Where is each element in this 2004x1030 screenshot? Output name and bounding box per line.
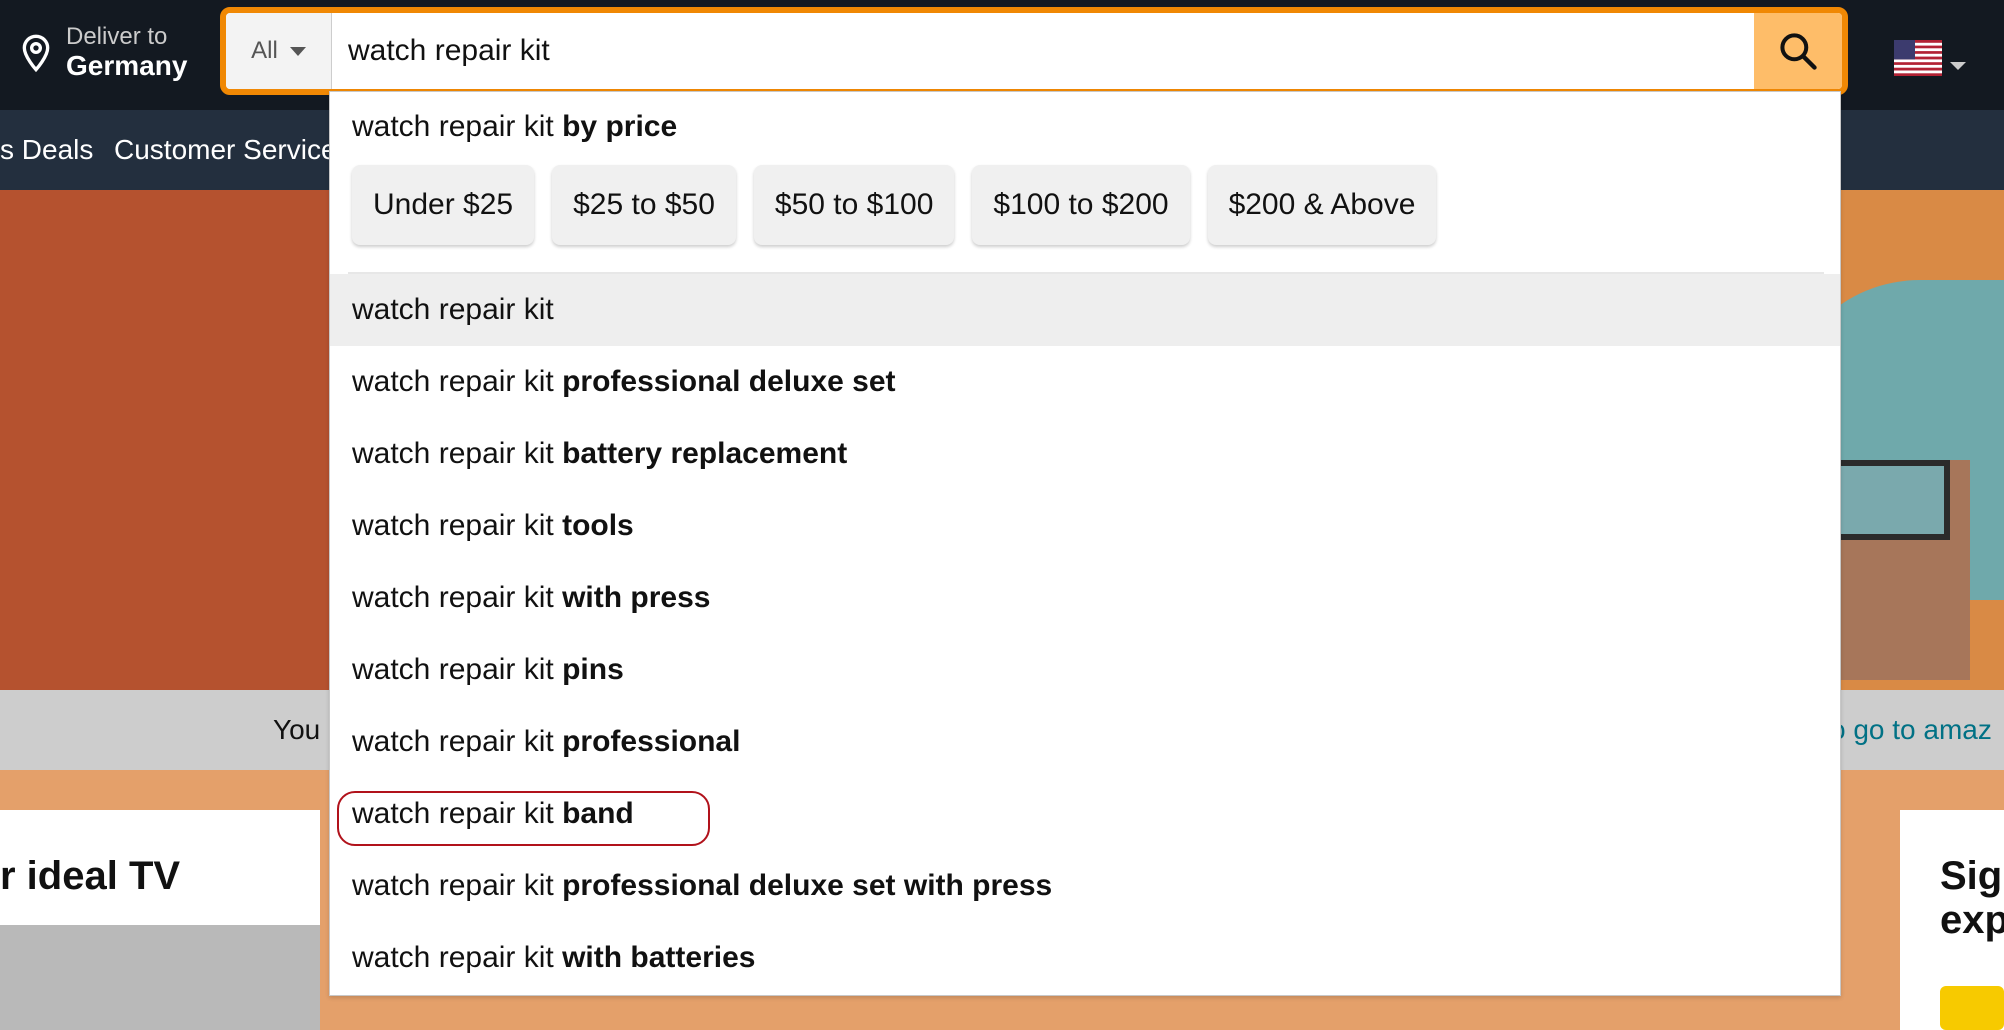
price-chip-100-to-200[interactable]: $100 to $200 (972, 165, 1190, 245)
suggestion-bold: professional deluxe set (562, 365, 896, 398)
promo-card-title: r ideal TV (0, 854, 181, 898)
price-chip-25-to-50[interactable]: $25 to $50 (552, 165, 736, 245)
suggestion-item[interactable]: watch repair kit with batteries (330, 922, 1840, 994)
search-button[interactable] (1754, 13, 1842, 89)
suggestion-item[interactable]: watch repair kit tools (330, 490, 1840, 562)
suggestion-prefix: watch repair kit (352, 797, 563, 830)
suggestion-prefix: watch repair kit (352, 869, 563, 902)
promo-card-signin: Sig exp (1900, 810, 2004, 1030)
search-suggestions-dropdown: watch repair kit by price Under $25 $25 … (329, 91, 1841, 996)
search-input[interactable] (332, 13, 1754, 89)
suggestion-bold: band (562, 797, 634, 830)
suggestion-prefix: watch repair kit (352, 437, 563, 470)
promo-card-tv[interactable]: r ideal TV (0, 810, 320, 1030)
suggestion-item[interactable]: watch repair kit battery replacement (330, 418, 1840, 490)
suggestion-item[interactable]: watch repair kit (330, 274, 1840, 346)
suggestion-item[interactable]: watch repair kit professional deluxe set (330, 346, 1840, 418)
suggestion-prefix: watch repair kit (352, 725, 563, 758)
nav-item-deals[interactable]: s Deals (0, 134, 93, 166)
caret-down-icon (289, 46, 306, 56)
price-filter-chips: Under $25 $25 to $50 $50 to $100 $100 to… (352, 165, 1437, 245)
price-heading-prefix: watch repair kit (352, 110, 554, 143)
promo-card-image (0, 925, 320, 1030)
suggestion-prefix: watch repair kit (352, 941, 563, 974)
nav-item-customer-service[interactable]: Customer Service (114, 134, 337, 166)
suggestion-bold: professional deluxe set with press (562, 869, 1053, 902)
promo-card-title-line: Sig (1940, 854, 2003, 898)
notice-link[interactable]: o go to amaz (1830, 714, 1992, 746)
search-category-label: All (251, 37, 278, 64)
suggestion-prefix: watch repair kit (352, 293, 554, 326)
price-heading: watch repair kit by price (352, 110, 677, 144)
suggestion-item-band[interactable]: watch repair kit band (330, 778, 1840, 850)
suggestion-item[interactable]: watch repair kit professional (330, 706, 1840, 778)
location-pin-icon (22, 34, 50, 73)
notice-text: You (273, 714, 321, 745)
price-heading-bold: by price (562, 110, 678, 143)
suggestion-prefix: watch repair kit (352, 509, 563, 542)
suggestion-bold: pins (562, 653, 624, 686)
price-chip-200-above[interactable]: $200 & Above (1207, 165, 1437, 245)
suggestion-prefix: watch repair kit (352, 653, 563, 686)
signin-button[interactable] (1940, 986, 2004, 1030)
search-category-select[interactable]: All (226, 13, 332, 89)
suggestion-bold: professional (562, 725, 741, 758)
suggestion-bold: with batteries (562, 941, 756, 974)
suggestion-bold: with press (562, 581, 711, 614)
suggestion-item[interactable]: watch repair kit with press (330, 562, 1840, 634)
us-flag-icon[interactable] (1894, 40, 1942, 76)
deliver-location: Germany (66, 49, 188, 81)
price-chip-50-to-100[interactable]: $50 to $100 (753, 165, 955, 245)
promo-card-title-line: exp (1940, 898, 2004, 942)
search-bar: All (220, 7, 1848, 95)
suggestion-bold: tools (562, 509, 634, 542)
search-icon (1780, 33, 1817, 70)
hero-monitor (1830, 460, 1950, 540)
caret-down-icon[interactable] (1950, 62, 1966, 70)
suggestion-item[interactable]: watch repair kit pins (330, 634, 1840, 706)
price-chip-under-25[interactable]: Under $25 (352, 165, 535, 245)
suggestion-prefix: watch repair kit (352, 365, 563, 398)
deliver-to-location[interactable]: Deliver to Germany (16, 18, 187, 88)
suggestion-prefix: watch repair kit (352, 581, 563, 614)
suggestion-bold: battery replacement (562, 437, 848, 470)
promo-card-title: Sig exp (1940, 854, 2004, 942)
suggestion-list: watch repair kit watch repair kit profes… (330, 274, 1840, 994)
deliver-label: Deliver to (66, 23, 168, 51)
suggestion-item[interactable]: watch repair kit professional deluxe set… (330, 850, 1840, 922)
